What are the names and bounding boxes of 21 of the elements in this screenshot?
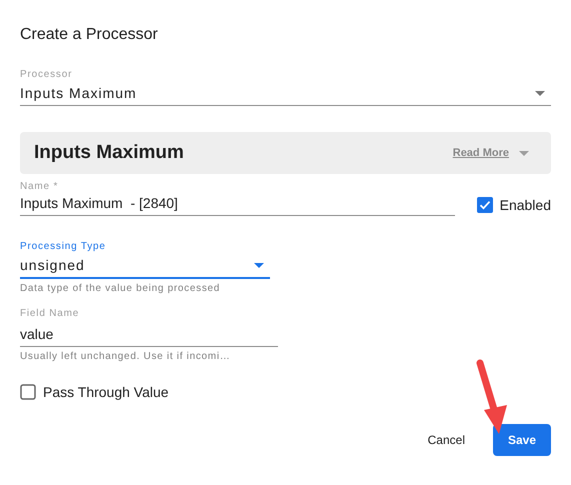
checkbox-label: Pass Through Value — [43, 384, 169, 400]
name-field[interactable]: Inputs Maximum - [2840] — [20, 193, 455, 216]
caret-icon — [254, 262, 264, 268]
field-name-input[interactable]: value — [20, 324, 278, 347]
field-label: Field Name — [20, 307, 80, 320]
caret-icon[interactable] — [519, 150, 529, 156]
save-button[interactable]: Save — [493, 424, 551, 456]
checkbox[interactable] — [476, 197, 493, 213]
field-label: Processing Type — [20, 240, 107, 253]
field-label: Name * — [20, 180, 60, 193]
field-label: Processor — [20, 68, 74, 81]
checkbox-label: Enabled — [500, 197, 551, 213]
cancel-button[interactable]: Cancel — [414, 424, 479, 456]
panel-title: Inputs Maximum — [34, 142, 185, 164]
checkbox[interactable] — [20, 384, 36, 400]
dialog-title: Create a Processor — [20, 25, 159, 45]
helper-text: Data type of the value being processed — [20, 283, 222, 294]
processing-type-select[interactable]: unsigned — [20, 253, 270, 279]
caret-icon — [535, 90, 545, 96]
processor-select[interactable]: Inputs Maximum — [20, 81, 551, 106]
helper-text: Usually left unchanged. Use it if incomi… — [20, 351, 232, 362]
